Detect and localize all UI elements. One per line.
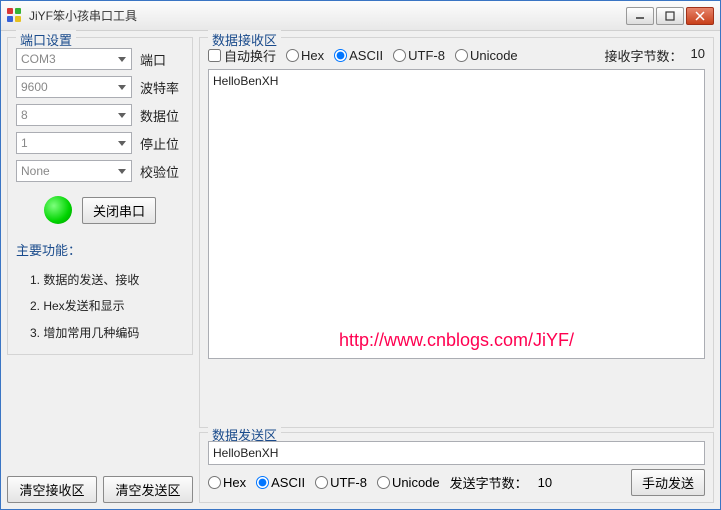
databits-label: 数据位 xyxy=(140,106,184,125)
stopbits-combo[interactable]: 1 xyxy=(16,132,132,154)
features-list: 1. 数据的发送、接收 2. Hex发送和显示 3. 增加常用几种编码 xyxy=(16,267,184,346)
status-led-icon xyxy=(44,196,72,224)
feature-item: 2. Hex发送和显示 xyxy=(30,293,184,319)
watermark-text: http://www.cnblogs.com/JiYF/ xyxy=(339,330,574,351)
port-settings-group: 端口设置 COM3 端口 9600 波特率 8 数据位 1 停止位 xyxy=(7,37,193,355)
manual-send-button[interactable]: 手动发送 xyxy=(631,469,705,496)
parity-label: 校验位 xyxy=(140,162,184,181)
recv-ascii-radio[interactable]: ASCII xyxy=(334,48,383,63)
recv-hex-radio[interactable]: Hex xyxy=(286,48,324,63)
maximize-button[interactable] xyxy=(656,7,684,25)
send-textbox[interactable]: HelloBenXH xyxy=(208,441,705,465)
recv-textbox[interactable]: HelloBenXH http://www.cnblogs.com/JiYF/ xyxy=(208,69,705,359)
window-title: JiYF笨小孩串口工具 xyxy=(29,7,626,24)
send-count-label: 发送字节数： xyxy=(450,473,528,492)
port-settings-title: 端口设置 xyxy=(16,30,76,49)
send-hex-radio[interactable]: Hex xyxy=(208,475,246,490)
databits-combo[interactable]: 8 xyxy=(16,104,132,126)
close-button[interactable] xyxy=(686,7,714,25)
recv-count-label: 接收字节数： xyxy=(605,46,683,65)
close-port-button[interactable]: 关闭串口 xyxy=(82,197,156,224)
recv-group-title: 数据接收区 xyxy=(208,30,281,49)
recv-utf8-radio[interactable]: UTF-8 xyxy=(393,48,445,63)
send-unicode-radio[interactable]: Unicode xyxy=(377,475,440,490)
clear-recv-button[interactable]: 清空接收区 xyxy=(7,476,97,503)
send-ascii-radio[interactable]: ASCII xyxy=(256,475,305,490)
window-controls xyxy=(626,7,714,25)
feature-item: 1. 数据的发送、接收 xyxy=(30,267,184,293)
send-count-value: 10 xyxy=(538,475,552,490)
right-panel: 数据接收区 自动换行 Hex ASCII UTF-8 Unicode 接收字节数… xyxy=(199,37,714,503)
parity-combo[interactable]: None xyxy=(16,160,132,182)
recv-count-value: 10 xyxy=(691,46,705,65)
recv-group: 数据接收区 自动换行 Hex ASCII UTF-8 Unicode 接收字节数… xyxy=(199,37,714,428)
feature-item: 3. 增加常用几种编码 xyxy=(30,320,184,346)
baud-label: 波特率 xyxy=(140,78,184,97)
app-icon xyxy=(7,8,23,24)
port-combo[interactable]: COM3 xyxy=(16,48,132,70)
recv-unicode-radio[interactable]: Unicode xyxy=(455,48,518,63)
app-window: JiYF笨小孩串口工具 端口设置 COM3 端口 9600 波特率 8 数 xyxy=(0,0,721,510)
left-panel: 端口设置 COM3 端口 9600 波特率 8 数据位 1 停止位 xyxy=(7,37,193,503)
port-label: 端口 xyxy=(140,50,184,69)
minimize-button[interactable] xyxy=(626,7,654,25)
clear-send-button[interactable]: 清空发送区 xyxy=(103,476,193,503)
stopbits-label: 停止位 xyxy=(140,134,184,153)
features-title: 主要功能： xyxy=(16,240,184,259)
baud-combo[interactable]: 9600 xyxy=(16,76,132,98)
send-utf8-radio[interactable]: UTF-8 xyxy=(315,475,367,490)
titlebar: JiYF笨小孩串口工具 xyxy=(1,1,720,31)
send-group: 数据发送区 HelloBenXH Hex ASCII UTF-8 Unicode… xyxy=(199,432,714,503)
